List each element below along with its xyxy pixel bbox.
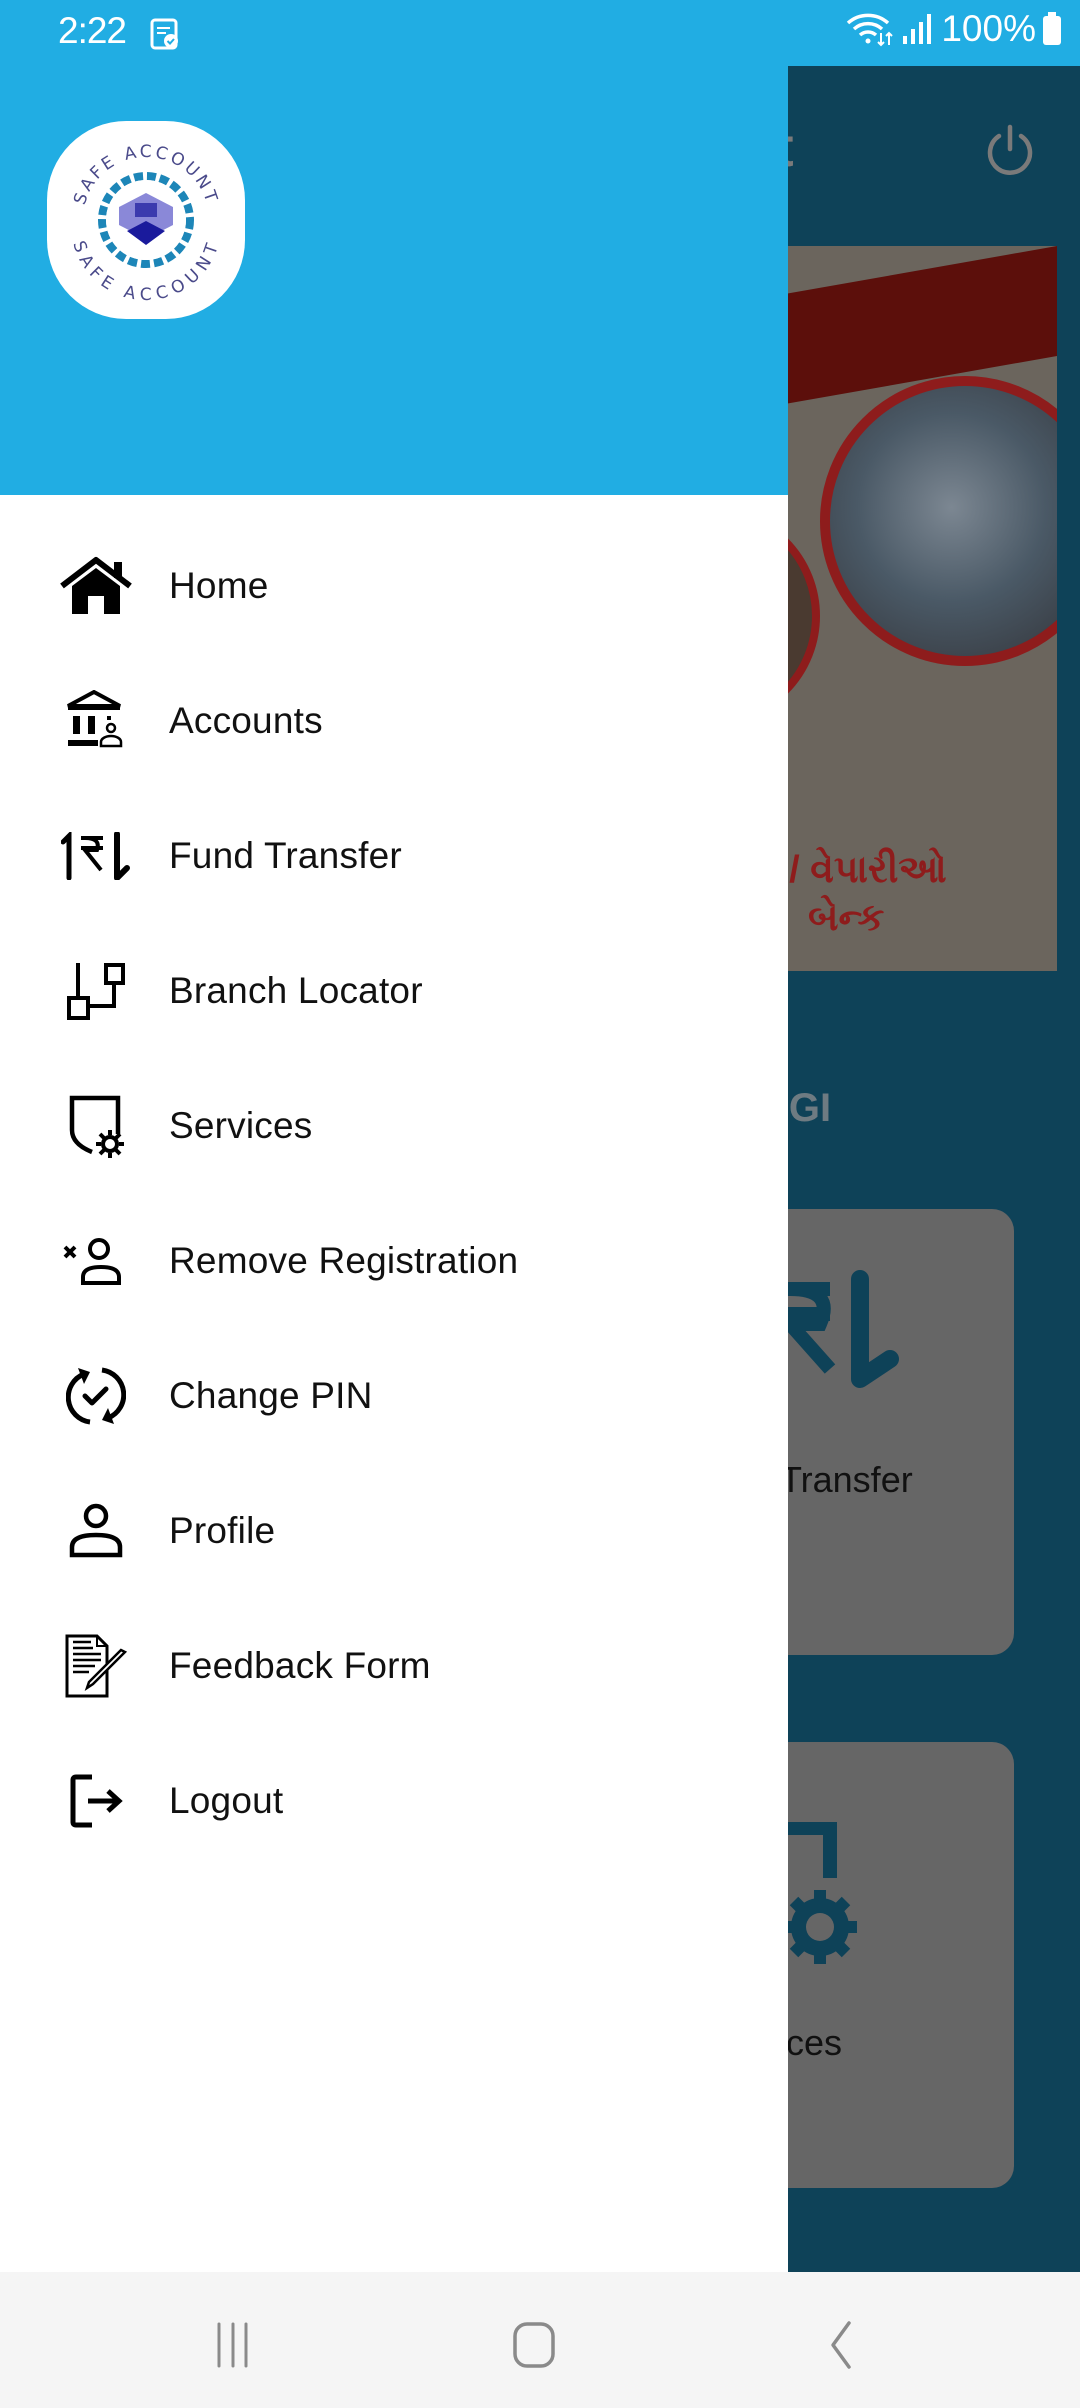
- back-button[interactable]: [800, 2310, 880, 2380]
- wifi-icon: [845, 11, 895, 47]
- remove-user-icon: [60, 1225, 132, 1297]
- menu-item-profile[interactable]: Profile: [0, 1463, 788, 1598]
- safe-account-logo: SAFE ACCOUNT SAFE ACCOUNT: [47, 121, 245, 319]
- menu-item-accounts[interactable]: Accounts: [0, 653, 788, 788]
- menu-label: Accounts: [169, 699, 323, 741]
- home-button[interactable]: [494, 2310, 574, 2380]
- branch-locator-icon: [60, 955, 132, 1027]
- recent-apps-icon: [217, 2322, 248, 2368]
- menu-item-home[interactable]: Home: [0, 518, 788, 653]
- bank-account-icon: [60, 685, 132, 757]
- notification-note-icon: [150, 18, 180, 50]
- menu-label: Fund Transfer: [169, 834, 402, 876]
- rupee-transfer-icon: [780, 1270, 899, 1388]
- system-navigation-bar: [0, 2272, 1080, 2408]
- banner-text-line2: બેન્ક: [808, 897, 885, 939]
- menu-label: Change PIN: [169, 1374, 373, 1416]
- menu-label: Branch Locator: [169, 969, 423, 1011]
- menu-item-change-pin[interactable]: Change PIN: [0, 1328, 788, 1463]
- drawer-header: SAFE ACCOUNT SAFE ACCOUNT: [0, 0, 788, 495]
- menu-label: Logout: [169, 1779, 284, 1821]
- logout-icon: [60, 1765, 132, 1837]
- menu-item-logout[interactable]: Logout: [0, 1733, 788, 1868]
- battery-icon: [1042, 12, 1062, 46]
- change-pin-icon: [60, 1360, 132, 1432]
- menu-label: Remove Registration: [169, 1239, 519, 1281]
- promo-banner: ı / વેપારીઓ બેન્ક: [760, 246, 1057, 971]
- back-chevron-icon: [831, 2321, 851, 2369]
- home-circle-icon: [513, 2322, 555, 2368]
- menu-item-fund-transfer[interactable]: Fund Transfer: [0, 788, 788, 923]
- menu-item-remove-registration[interactable]: Remove Registration: [0, 1193, 788, 1328]
- menu-label: Home: [169, 564, 269, 606]
- menu-label: Feedback Form: [169, 1644, 431, 1686]
- status-bar: 2:22 100%: [0, 0, 1080, 66]
- power-icon: [982, 122, 1038, 178]
- drawer-menu: Home Accounts Fund Transfer Branch Locat…: [0, 518, 788, 1868]
- menu-label: Services: [169, 1104, 313, 1146]
- status-time: 2:22: [58, 10, 127, 51]
- card-label: Transfer: [780, 1459, 913, 1500]
- services-icon: [60, 1090, 132, 1162]
- profile-icon: [60, 1495, 132, 1567]
- recent-apps-button[interactable]: [193, 2310, 273, 2380]
- rupee-transfer-icon: [60, 820, 132, 892]
- feedback-form-icon: [60, 1630, 132, 1702]
- navigation-drawer: SAFE ACCOUNT SAFE ACCOUNT Home Accounts: [0, 0, 788, 2272]
- menu-item-branch-locator[interactable]: Branch Locator: [0, 923, 788, 1058]
- menu-item-feedback-form[interactable]: Feedback Form: [0, 1598, 788, 1733]
- menu-label: Profile: [169, 1509, 276, 1551]
- menu-item-services[interactable]: Services: [0, 1058, 788, 1193]
- banner-text-line1: ı / વેપારીઓ: [768, 849, 947, 891]
- home-icon: [60, 550, 132, 622]
- signal-icon: [901, 12, 935, 46]
- battery-text: 100%: [941, 8, 1036, 49]
